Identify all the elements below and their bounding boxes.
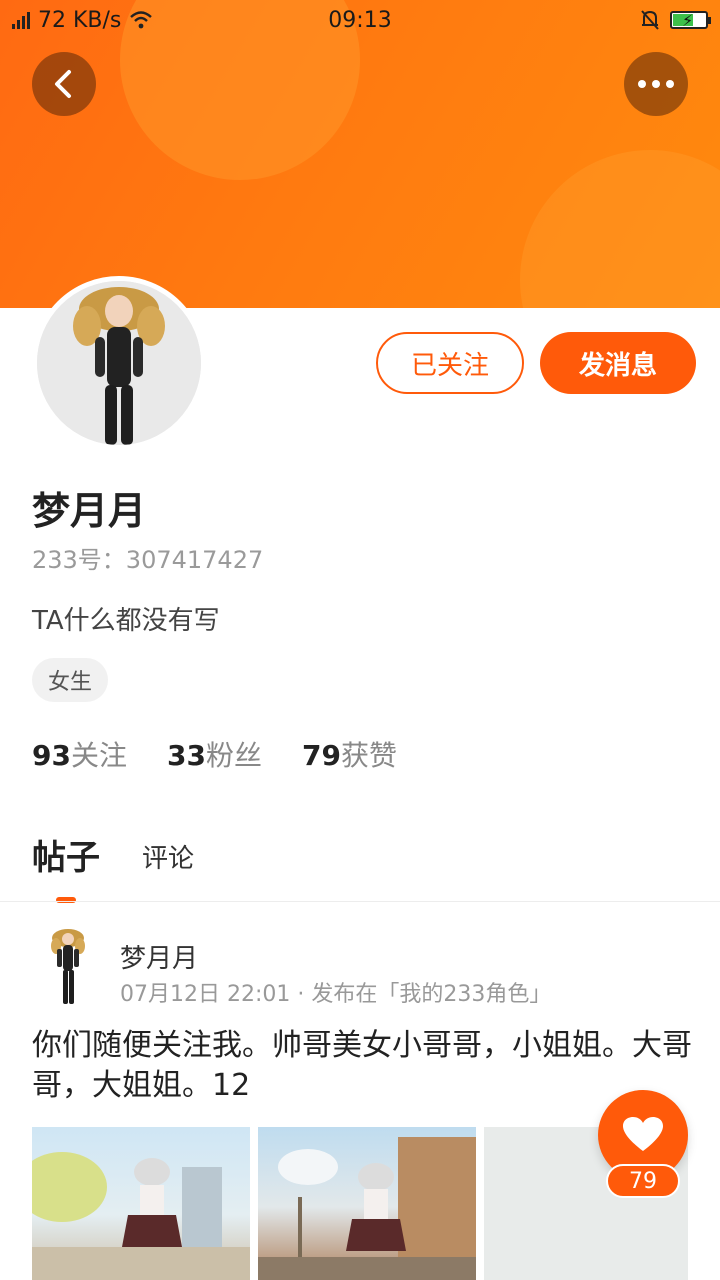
- profile-stats: 93关注 33粉丝 79获赞: [32, 734, 397, 774]
- profile-banner: [0, 0, 720, 308]
- tab-posts[interactable]: 帖子: [32, 830, 100, 903]
- net-speed: 72 KB/s: [38, 7, 122, 33]
- wifi-icon: [130, 11, 153, 29]
- like-count: 79: [606, 1164, 680, 1198]
- gender-tag: 女生: [32, 658, 109, 702]
- more-horizontal-icon: [638, 80, 674, 88]
- send-message-button[interactable]: 发消息: [540, 332, 696, 394]
- post-image-art: [258, 1137, 476, 1280]
- chevron-left-icon: [55, 70, 71, 98]
- post-image-art: [32, 1152, 250, 1280]
- avatar-character-image: [37, 281, 201, 445]
- stat-following[interactable]: 93关注: [32, 734, 127, 774]
- clock: 09:13: [328, 7, 392, 33]
- content-tabs: 帖子 评论: [32, 830, 194, 903]
- post-image[interactable]: [32, 1127, 250, 1280]
- post-image[interactable]: [258, 1127, 476, 1280]
- stat-number: 79: [301, 739, 341, 772]
- following-button[interactable]: 已关注: [376, 332, 524, 394]
- stat-label: 获赞: [340, 739, 397, 772]
- stat-number: 33: [166, 739, 206, 772]
- stat-label: 粉丝: [205, 739, 262, 772]
- profile-bio: TA什么都没有写: [32, 606, 220, 636]
- back-button[interactable]: [32, 52, 96, 116]
- tab-comments[interactable]: 评论: [142, 838, 194, 879]
- stat-likes[interactable]: 79获赞: [302, 734, 397, 774]
- divider: [0, 901, 720, 902]
- stat-fans[interactable]: 33粉丝: [167, 734, 262, 774]
- status-bar: 72 KB/s 09:13 ⚡: [0, 0, 720, 40]
- banner-decoration: [520, 150, 720, 308]
- bell-off-icon: [641, 10, 659, 30]
- more-button[interactable]: [624, 52, 688, 116]
- post-author-name[interactable]: 梦月月: [120, 938, 198, 975]
- signal-icon: [12, 11, 30, 29]
- profile-name: 梦月月: [32, 489, 147, 533]
- post-meta: 07月12日 22:01 · 发布在「我的233角色」: [120, 982, 552, 1007]
- stat-label: 关注: [70, 739, 127, 772]
- post-author-avatar[interactable]: [36, 928, 100, 1008]
- post-avatar-image: [51, 929, 85, 1004]
- post-text[interactable]: 你们随便关注我。帅哥美女小哥哥，小姐姐。大哥哥，大姐姐。12: [32, 1026, 692, 1106]
- battery-charging-icon: ⚡: [670, 11, 711, 30]
- user-id: 233号：307417427: [32, 546, 264, 574]
- heart-icon: [623, 1117, 663, 1151]
- stat-number: 93: [32, 739, 71, 772]
- avatar[interactable]: [32, 276, 206, 450]
